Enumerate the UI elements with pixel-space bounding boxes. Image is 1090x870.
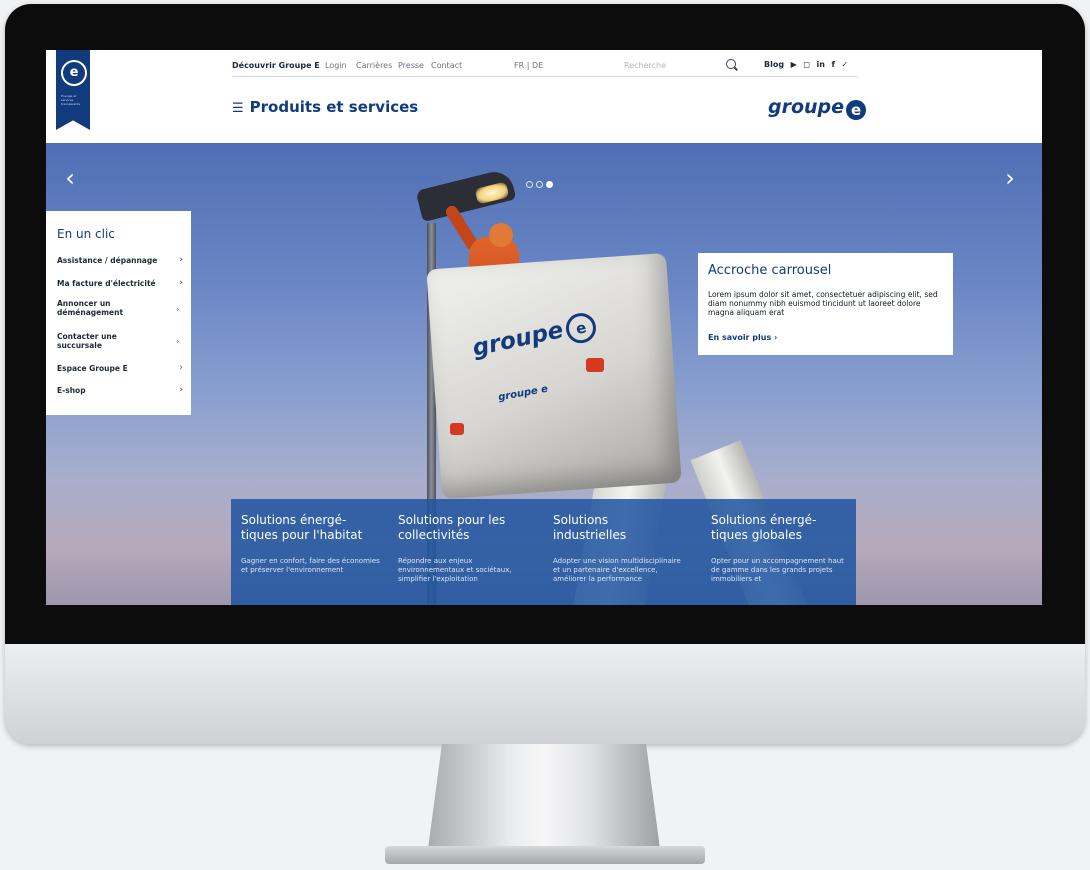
instagram-icon[interactable]: ◻ bbox=[803, 60, 810, 69]
quick-link-eshop[interactable]: E-shop › bbox=[57, 385, 183, 396]
aerial-bucket bbox=[426, 252, 682, 500]
hamburger-icon: ☰ bbox=[232, 101, 244, 116]
quick-link-groupe-space[interactable]: Espace Groupe E › bbox=[57, 363, 183, 374]
social-links: Blog ▶ ◻ in f ✓ bbox=[764, 60, 852, 69]
solution-title: Solutions pour les collectivités bbox=[398, 513, 506, 542]
chevron-right-icon: › bbox=[179, 385, 183, 395]
linkedin-icon[interactable]: in bbox=[817, 60, 825, 69]
carousel-next-arrow[interactable]: › bbox=[1000, 165, 1020, 191]
solution-text: Répondre aux enjeux environnementaux et … bbox=[398, 557, 512, 583]
chevron-right-icon: › bbox=[179, 363, 183, 373]
learn-more-link[interactable]: En savoir plus › bbox=[708, 333, 777, 342]
quick-links-panel: En un clic Assistance / dépannage › Ma fa… bbox=[46, 211, 191, 415]
top-navigation: Découvrir Groupe E Login Carrières Press… bbox=[232, 56, 858, 77]
monitor-stand bbox=[428, 744, 660, 849]
brand-wordmark: groupe bbox=[768, 96, 845, 118]
quick-links-title: En un clic bbox=[57, 227, 115, 241]
twitter-icon[interactable]: ✓ bbox=[842, 60, 849, 69]
monitor-chin bbox=[5, 644, 1085, 744]
quick-link-label: Espace Groupe E bbox=[57, 364, 128, 373]
chevron-right-icon: › bbox=[176, 337, 180, 347]
solution-title: Solutions énergé-tiques globales bbox=[711, 513, 817, 542]
site-header: e Energie et services transparents Décou… bbox=[46, 50, 1042, 143]
solution-global[interactable]: Solutions énergé-tiques globales Opter p… bbox=[711, 513, 846, 584]
solution-industrial[interactable]: Solutions industrielles Adopter une visi… bbox=[553, 513, 683, 584]
carousel-dot[interactable] bbox=[536, 181, 543, 188]
logo-tagline: Energie et services transparents bbox=[61, 94, 81, 106]
bucket-light bbox=[450, 423, 464, 435]
quick-link-move[interactable]: Annoncer un déménagement bbox=[57, 299, 147, 317]
solution-title: Solutions industrielles bbox=[553, 513, 627, 542]
products-menu-button[interactable]: ☰ Produits et services bbox=[232, 98, 418, 116]
carousel-prev-arrow[interactable]: ‹ bbox=[60, 165, 80, 191]
quick-link-assistance[interactable]: Assistance / dépannage › bbox=[57, 255, 183, 266]
carousel-dot-active[interactable] bbox=[546, 181, 553, 188]
solution-text: Opter pour un accompagnement haut de gam… bbox=[711, 557, 844, 583]
nav-login[interactable]: Login bbox=[325, 61, 347, 70]
carousel-dots bbox=[526, 173, 556, 192]
chevron-right-icon: › bbox=[179, 255, 183, 265]
solution-title: Solutions énergé-tiques pour l'habitat bbox=[241, 513, 363, 542]
quick-link-label: Contacter une succursale bbox=[57, 332, 117, 350]
worker-helmet bbox=[489, 223, 513, 247]
search-input[interactable]: Recherche bbox=[624, 61, 666, 70]
brand-logo[interactable]: groupe e bbox=[768, 96, 867, 120]
carousel-dot[interactable] bbox=[526, 181, 533, 188]
website-screen: e Energie et services transparents Décou… bbox=[46, 50, 1042, 605]
language-switcher[interactable]: FR | DE bbox=[514, 61, 543, 70]
blog-link[interactable]: Blog bbox=[764, 60, 784, 69]
bucket-e-icon: e bbox=[563, 310, 599, 346]
solutions-band: Solutions énergé-tiques pour l'habitat G… bbox=[231, 499, 856, 605]
carousel-caption-card: Accroche carrousel Lorem ipsum dolor sit… bbox=[698, 253, 953, 355]
nav-discover[interactable]: Découvrir Groupe E bbox=[232, 61, 320, 70]
site-logo-badge[interactable]: e Energie et services transparents bbox=[56, 50, 90, 130]
solution-text: Gagner en confort, faire des économies e… bbox=[241, 557, 380, 574]
nav-press[interactable]: Presse bbox=[398, 61, 424, 70]
chevron-right-icon: › bbox=[179, 278, 183, 288]
brand-e-icon: e bbox=[846, 100, 867, 120]
quick-link-branch[interactable]: Contacter une succursale bbox=[57, 332, 137, 350]
facebook-icon[interactable]: f bbox=[831, 60, 834, 69]
carousel-caption-text: Lorem ipsum dolor sit amet, consectetuer… bbox=[708, 290, 938, 317]
monitor-stand-base bbox=[385, 846, 705, 864]
hero-carousel: groupe e groupe e ‹ › En un clic Assistan… bbox=[46, 143, 1042, 605]
solution-habitat[interactable]: Solutions énergé-tiques pour l'habitat G… bbox=[241, 513, 381, 575]
quick-link-label: Annoncer un déménagement bbox=[57, 299, 124, 317]
solution-text: Adopter une vision multidisciplinaire et… bbox=[553, 557, 681, 583]
products-menu-label: Produits et services bbox=[249, 98, 419, 116]
quick-link-label: Ma facture d'électricité bbox=[57, 279, 156, 288]
quick-link-label: E-shop bbox=[57, 386, 86, 395]
youtube-icon[interactable]: ▶ bbox=[791, 60, 797, 69]
nav-contact[interactable]: Contact bbox=[431, 61, 462, 70]
nav-careers[interactable]: Carrières bbox=[356, 61, 392, 70]
quick-link-bill[interactable]: Ma facture d'électricité › bbox=[57, 278, 183, 289]
solution-collectivities[interactable]: Solutions pour les collectivités Répondr… bbox=[398, 513, 523, 584]
chevron-right-icon: › bbox=[176, 305, 180, 315]
logo-e-icon: e bbox=[61, 60, 87, 86]
bucket-light bbox=[586, 358, 604, 372]
quick-link-label: Assistance / dépannage bbox=[57, 256, 158, 265]
search-icon[interactable] bbox=[726, 59, 736, 69]
carousel-caption-title: Accroche carrousel bbox=[708, 263, 832, 278]
